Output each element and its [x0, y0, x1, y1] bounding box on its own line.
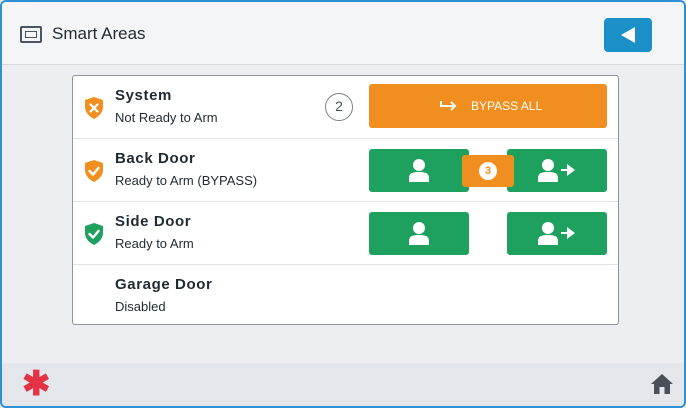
shield-check-icon: [85, 223, 103, 245]
arm-stay-button[interactable]: [369, 149, 469, 192]
not-ready-count: 2: [325, 93, 353, 121]
person-exit-icon: [538, 159, 575, 182]
header-bar: Smart Areas: [2, 2, 684, 65]
person-icon: [409, 222, 429, 245]
bypass-arrow-icon: [440, 101, 457, 111]
bypass-all-label: BYPASS ALL: [471, 99, 543, 113]
bypass-count-badge: 3: [462, 155, 514, 187]
area-status: Not Ready to Arm: [115, 110, 218, 125]
area-name: Side Door: [115, 213, 192, 230]
area-row-system: System Not Ready to Arm 2 BYPASS ALL: [73, 76, 618, 139]
bypass-all-button[interactable]: BYPASS ALL: [369, 84, 607, 128]
area-row-garage-door: Garage Door Disabled: [73, 265, 618, 328]
shield-check-icon: [85, 160, 103, 182]
area-row-side-door: Side Door Ready to Arm: [73, 202, 618, 265]
screen-frame: Smart Areas System Not Ready to Arm 2 BY…: [0, 0, 686, 408]
area-name: System: [115, 87, 172, 104]
bypass-count: 3: [479, 162, 497, 180]
arm-away-button[interactable]: [507, 212, 607, 255]
area-status: Disabled: [115, 299, 166, 314]
arm-stay-button[interactable]: [369, 212, 469, 255]
back-button[interactable]: [604, 18, 652, 52]
person-icon: [409, 159, 429, 182]
person-exit-icon: [538, 222, 575, 245]
area-status: Ready to Arm (BYPASS): [115, 173, 258, 188]
areas-card: System Not Ready to Arm 2 BYPASS ALL Bac…: [72, 75, 619, 325]
main-content: System Not Ready to Arm 2 BYPASS ALL Bac…: [2, 65, 684, 363]
arm-away-button[interactable]: [507, 149, 607, 192]
shield-x-icon: [85, 97, 103, 119]
area-status: Ready to Arm: [115, 236, 194, 251]
footer-bar: ✱: [2, 363, 684, 406]
area-name: Back Door: [115, 150, 196, 167]
home-icon[interactable]: [650, 373, 674, 395]
area-row-back-door: Back Door Ready to Arm (BYPASS) 3: [73, 139, 618, 202]
page-title: Smart Areas: [52, 24, 146, 43]
emergency-button[interactable]: ✱: [22, 367, 51, 401]
area-name: Garage Door: [115, 276, 213, 293]
back-arrow-icon: [621, 27, 635, 43]
security-panel-icon: [20, 26, 42, 43]
